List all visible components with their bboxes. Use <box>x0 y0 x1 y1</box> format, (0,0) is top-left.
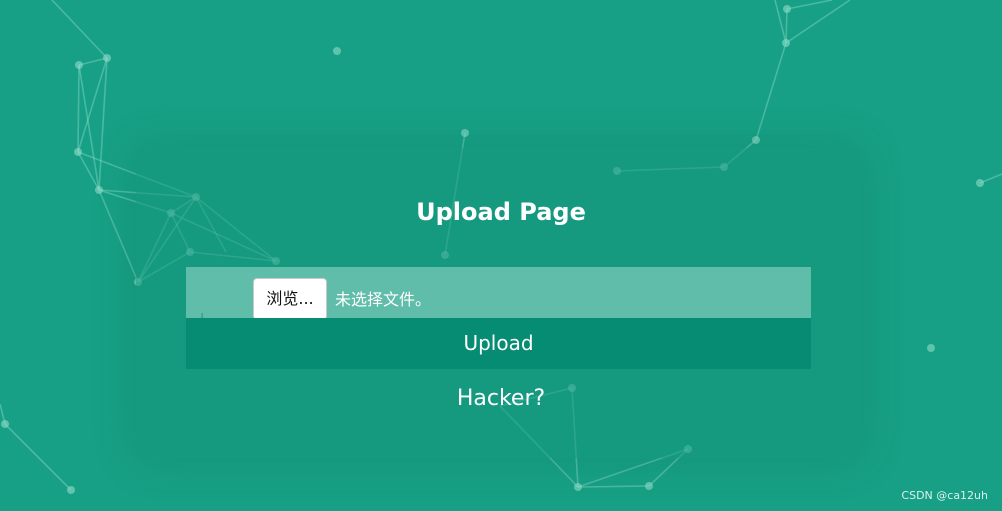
upload-button[interactable]: Upload <box>186 318 811 369</box>
hacker-text: Hacker? <box>456 386 546 411</box>
file-input-label-fragment: ╷ <box>198 306 207 318</box>
upload-page: Upload Page ╷ 浏览... 未选择文件。 Upload Hacker… <box>0 0 1002 511</box>
page-title: Upload Page <box>416 198 586 226</box>
watermark: CSDN @ca12uh <box>901 489 988 502</box>
file-input-row: ╷ 浏览... 未选择文件。 <box>186 267 811 318</box>
file-status-text: 未选择文件。 <box>335 290 432 309</box>
browse-button[interactable]: 浏览... <box>253 278 327 318</box>
